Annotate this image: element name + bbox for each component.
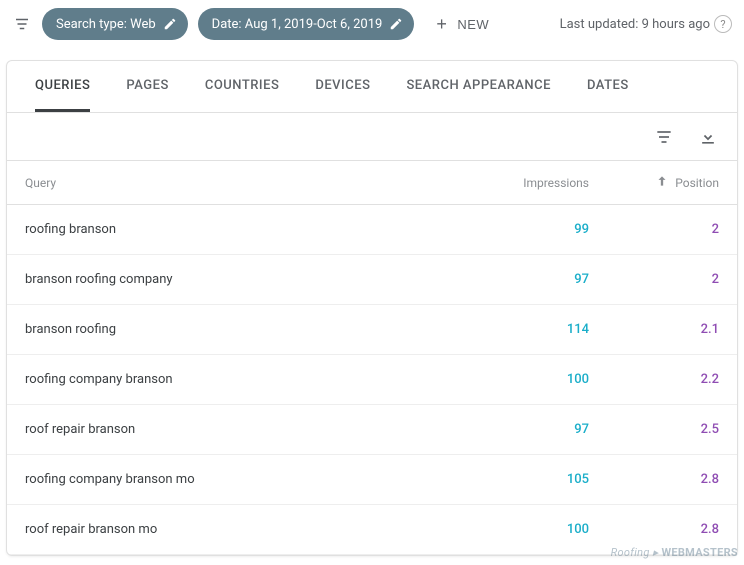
cell-query: roof repair branson xyxy=(25,422,459,437)
header-position[interactable]: Position xyxy=(589,174,719,191)
table-header: Query Impressions Position xyxy=(7,161,737,205)
tab-queries[interactable]: QUERIES xyxy=(35,61,90,112)
sort-asc-icon xyxy=(655,174,669,191)
add-filter-label: NEW xyxy=(457,17,489,32)
filter-bar: Search type: Web Date: Aug 1, 2019-Oct 6… xyxy=(0,0,744,48)
header-impressions[interactable]: Impressions xyxy=(459,176,589,190)
header-query[interactable]: Query xyxy=(25,176,459,190)
download-icon[interactable] xyxy=(697,126,719,148)
cell-query: roofing branson xyxy=(25,222,459,237)
edit-icon xyxy=(162,16,178,32)
cell-query: roofing company branson mo xyxy=(25,472,459,487)
search-type-label: Search type: Web xyxy=(56,17,156,32)
search-type-chip[interactable]: Search type: Web xyxy=(42,8,188,40)
cell-impressions: 99 xyxy=(459,222,589,237)
last-updated-text: Last updated: 9 hours ago ? xyxy=(560,15,732,33)
filter-table-icon[interactable] xyxy=(653,126,675,148)
tabs-row: QUERIES PAGES COUNTRIES DEVICES SEARCH APPEA… xyxy=(7,61,737,113)
cell-position: 2.8 xyxy=(589,472,719,487)
cell-query: branson roofing xyxy=(25,322,459,337)
tab-dates[interactable]: DATES xyxy=(587,61,629,112)
cell-impressions: 105 xyxy=(459,472,589,487)
tab-pages[interactable]: PAGES xyxy=(126,61,168,112)
tab-devices[interactable]: DEVICES xyxy=(315,61,370,112)
cell-position: 2.2 xyxy=(589,372,719,387)
filter-icon[interactable] xyxy=(12,14,32,34)
table-body: roofing branson992branson roofing compan… xyxy=(7,205,737,555)
table-row[interactable]: roof repair branson972.5 xyxy=(7,405,737,455)
cell-impressions: 100 xyxy=(459,522,589,537)
cell-impressions: 100 xyxy=(459,372,589,387)
cell-impressions: 114 xyxy=(459,322,589,337)
cell-position: 2.8 xyxy=(589,522,719,537)
cell-query: branson roofing company xyxy=(25,272,459,287)
cell-query: roofing company branson xyxy=(25,372,459,387)
table-toolbar xyxy=(7,113,737,161)
performance-card: QUERIES PAGES COUNTRIES DEVICES SEARCH APPEA… xyxy=(6,60,738,556)
date-range-label: Date: Aug 1, 2019-Oct 6, 2019 xyxy=(212,17,383,32)
date-range-chip[interactable]: Date: Aug 1, 2019-Oct 6, 2019 xyxy=(198,8,415,40)
cell-impressions: 97 xyxy=(459,422,589,437)
edit-icon xyxy=(388,16,404,32)
table-row[interactable]: roofing company branson mo1052.8 xyxy=(7,455,737,505)
cell-position: 2.1 xyxy=(589,322,719,337)
tab-search-appearance[interactable]: SEARCH APPEARANCE xyxy=(406,61,551,112)
tab-countries[interactable]: COUNTRIES xyxy=(205,61,280,112)
table-row[interactable]: roof repair branson mo1002.8 xyxy=(7,505,737,555)
table-row[interactable]: roofing company branson1002.2 xyxy=(7,355,737,405)
add-filter-button[interactable]: + NEW xyxy=(432,9,493,39)
cell-position: 2.5 xyxy=(589,422,719,437)
cell-position: 2 xyxy=(589,272,719,287)
cell-impressions: 97 xyxy=(459,272,589,287)
cell-query: roof repair branson mo xyxy=(25,522,459,537)
table-row[interactable]: roofing branson992 xyxy=(7,205,737,255)
table-row[interactable]: branson roofing1142.1 xyxy=(7,305,737,355)
help-icon[interactable]: ? xyxy=(714,15,732,33)
table-row[interactable]: branson roofing company972 xyxy=(7,255,737,305)
plus-icon: + xyxy=(436,15,447,33)
cell-position: 2 xyxy=(589,222,719,237)
